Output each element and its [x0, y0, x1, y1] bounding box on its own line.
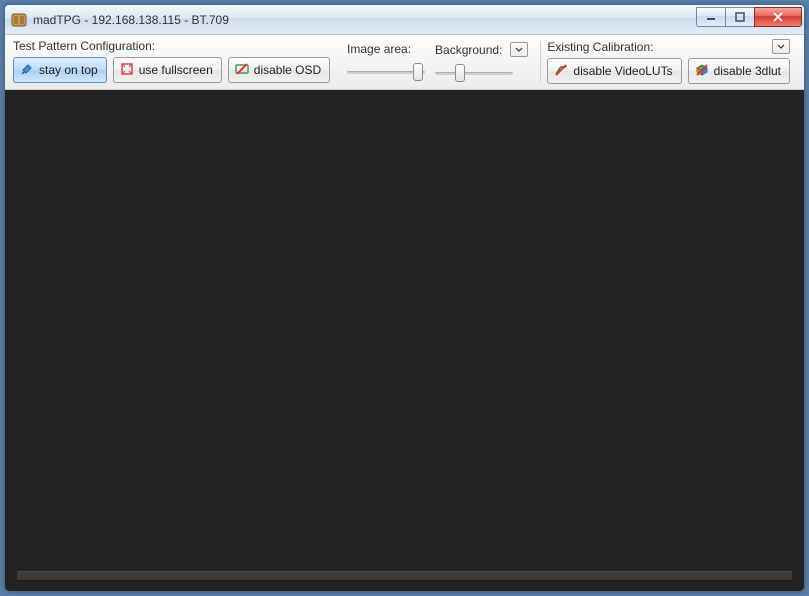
close-icon	[772, 12, 784, 22]
test-pattern-label: Test Pattern Configuration:	[13, 39, 330, 53]
disable-videoluts-label: disable VideoLUTs	[573, 64, 672, 78]
close-button[interactable]	[754, 7, 802, 27]
stay-on-top-button[interactable]: stay on top	[13, 57, 107, 83]
pin-icon	[20, 62, 34, 79]
maximize-button[interactable]	[725, 7, 755, 27]
title-bar[interactable]: madTPG - 192.168.138.115 - BT.709	[5, 5, 804, 35]
background-slider[interactable]	[435, 61, 513, 85]
disable-osd-label: disable OSD	[254, 63, 321, 77]
section-divider	[540, 41, 541, 83]
disable-3dlut-label: disable 3dlut	[714, 64, 781, 78]
disable-videoluts-button[interactable]: disable VideoLUTs	[547, 58, 681, 84]
maximize-icon	[735, 12, 745, 22]
slider-thumb[interactable]	[455, 64, 465, 82]
chevron-down-icon	[777, 44, 785, 50]
fullscreen-icon	[120, 62, 134, 79]
toolbar: Test Pattern Configuration: stay on top …	[5, 35, 804, 90]
window-controls	[697, 7, 802, 27]
minimize-icon	[706, 12, 716, 22]
image-area-label: Image area:	[347, 42, 411, 56]
calibration-section: Existing Calibration: disable VideoLUTs	[547, 35, 796, 89]
videoluts-off-icon	[554, 63, 568, 80]
stay-on-top-label: stay on top	[39, 63, 98, 77]
slider-track	[435, 72, 513, 75]
chevron-down-icon	[515, 47, 523, 53]
preview-area	[5, 90, 804, 591]
background-label: Background:	[435, 43, 502, 57]
background-dropdown-button[interactable]	[510, 42, 528, 57]
test-pattern-section: Test Pattern Configuration: stay on top …	[13, 35, 336, 89]
sliders-section: Image area: Background:	[336, 35, 534, 89]
minimize-button[interactable]	[696, 7, 726, 27]
use-fullscreen-label: use fullscreen	[139, 63, 213, 77]
app-icon	[11, 12, 27, 28]
calibration-label: Existing Calibration:	[547, 40, 653, 54]
disable-osd-button[interactable]: disable OSD	[228, 57, 330, 83]
window-title: madTPG - 192.168.138.115 - BT.709	[33, 13, 697, 27]
slider-thumb[interactable]	[413, 63, 423, 81]
app-window: madTPG - 192.168.138.115 - BT.709 Test P…	[4, 4, 805, 592]
disable-3dlut-button[interactable]: disable 3dlut	[688, 58, 790, 84]
osd-off-icon	[235, 62, 249, 79]
image-area-slider[interactable]	[347, 60, 425, 84]
use-fullscreen-button[interactable]: use fullscreen	[113, 57, 222, 83]
calibration-dropdown-button[interactable]	[772, 39, 790, 54]
3dlut-off-icon	[695, 63, 709, 80]
status-bar	[17, 571, 792, 581]
